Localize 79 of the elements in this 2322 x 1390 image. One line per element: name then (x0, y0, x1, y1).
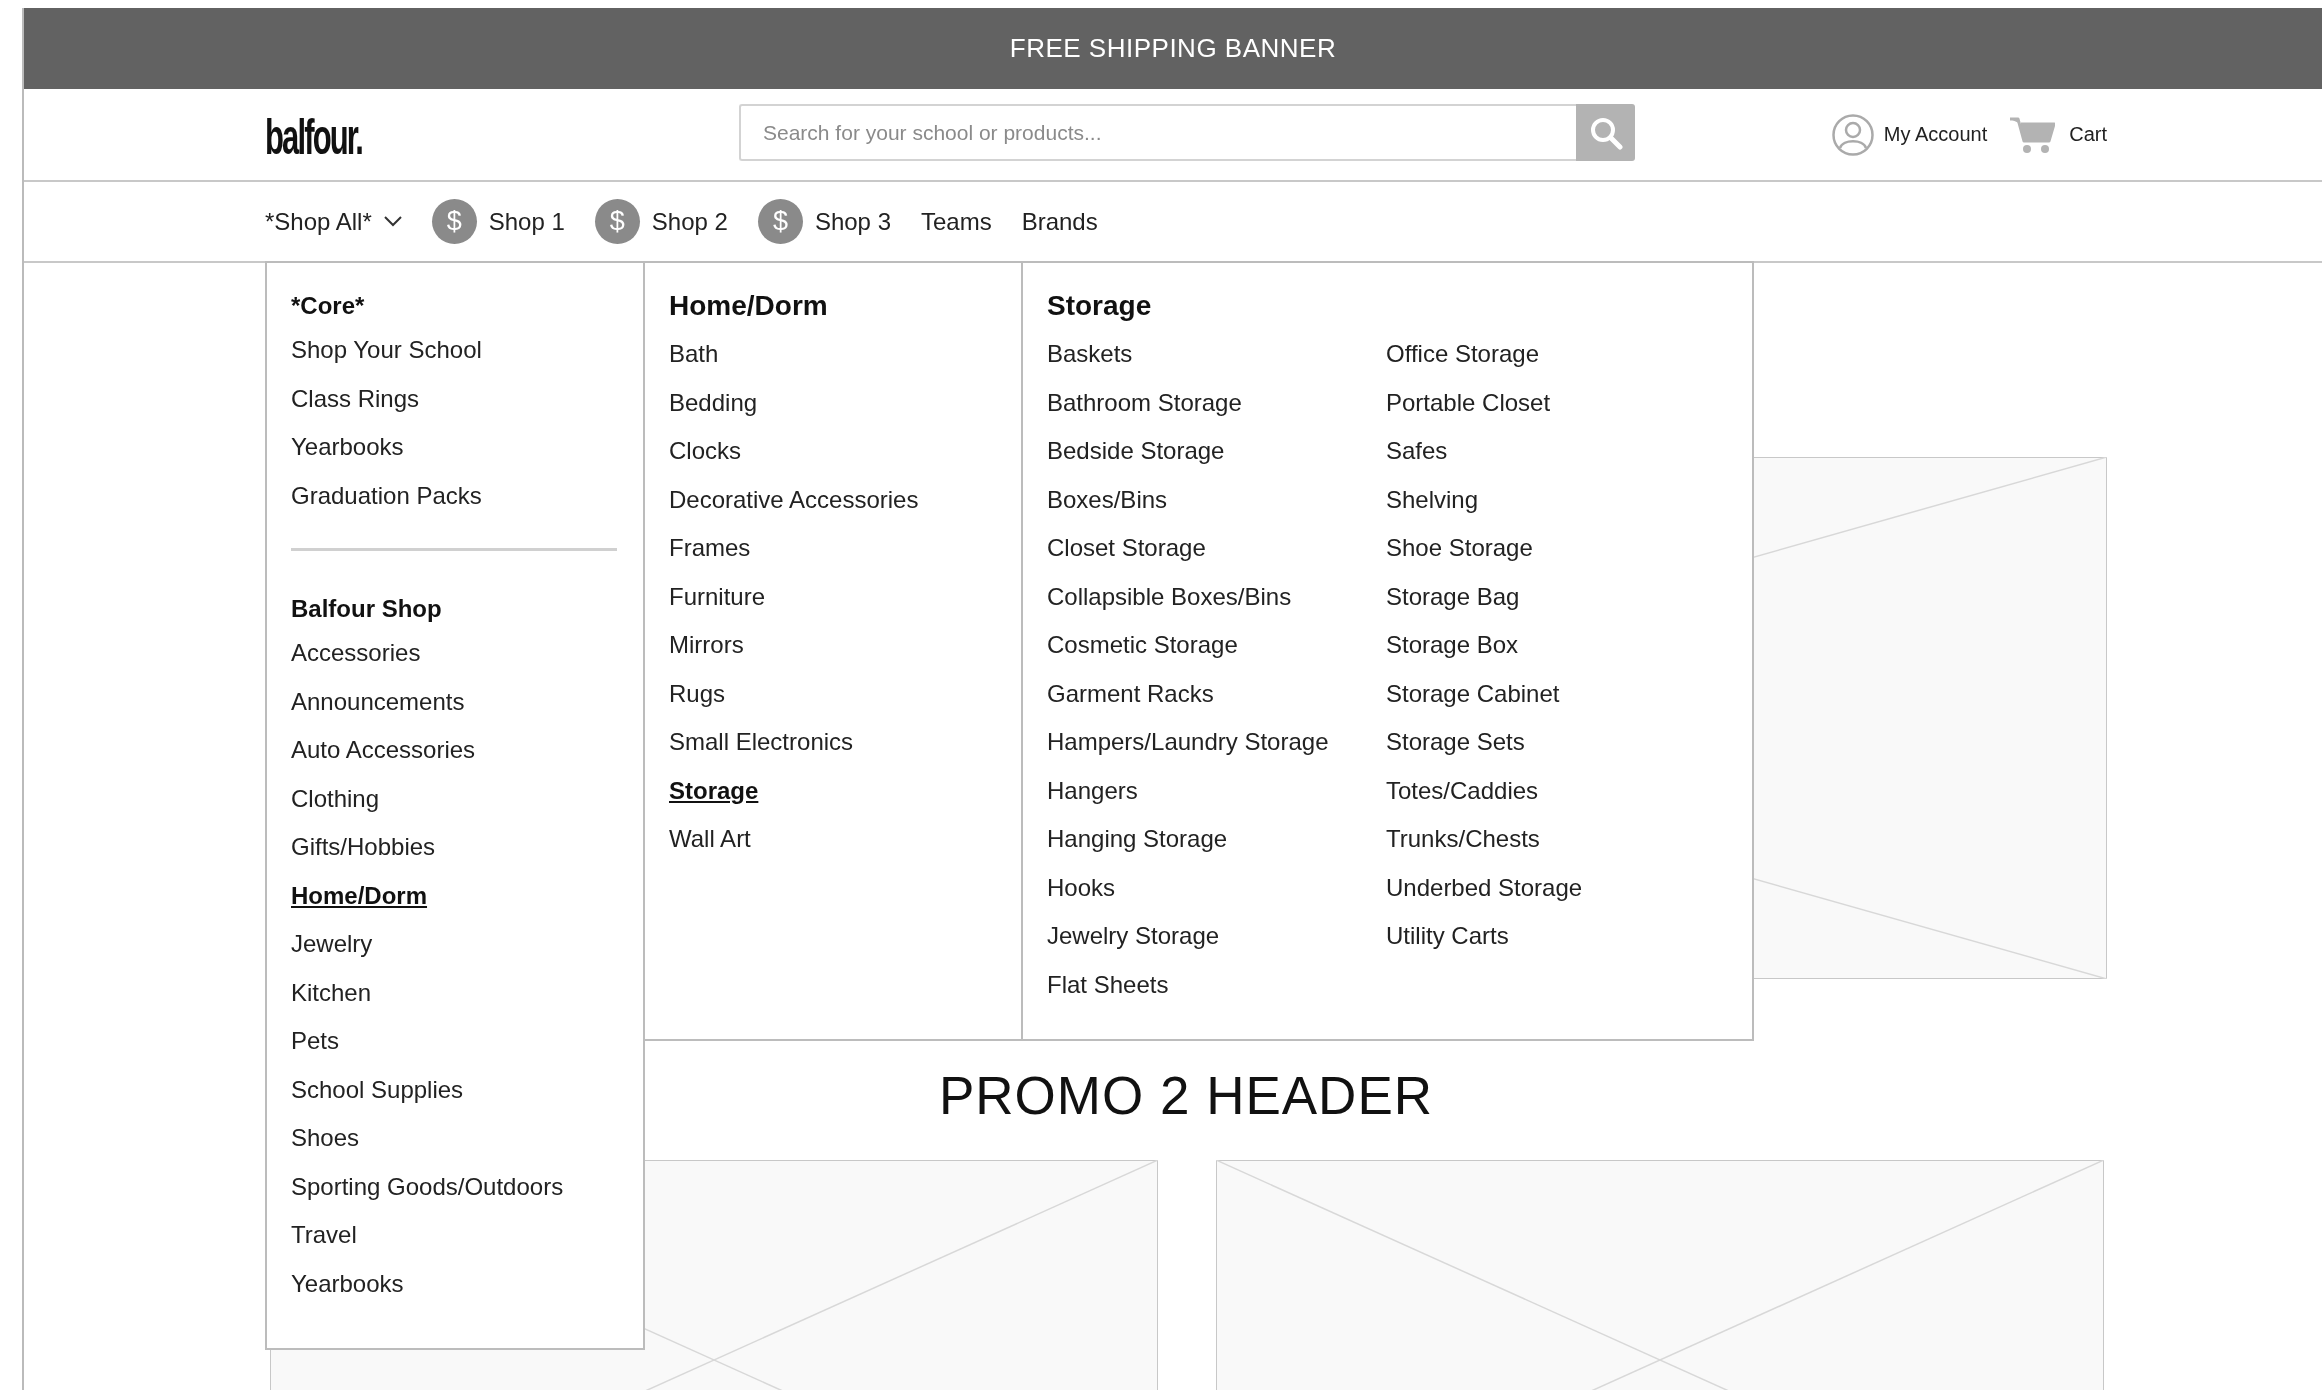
menu-item[interactable]: Storage (669, 766, 997, 815)
search-field[interactable]: Search for your school or products... (739, 104, 1576, 161)
dollar-icon: $ (431, 199, 477, 244)
menu-item[interactable]: Jewelry Storage (1047, 912, 1386, 961)
menu-item[interactable]: Jewelry (291, 920, 619, 969)
menu-heading: Balfour Shop (291, 594, 443, 624)
search-icon (1588, 115, 1623, 150)
menu-item[interactable]: Hangers (1047, 766, 1386, 815)
menu-item[interactable]: Bedside Storage (1047, 427, 1386, 476)
chevron-down-icon[interactable] (383, 216, 402, 227)
search-button[interactable] (1576, 104, 1635, 161)
promo-header: PROMO 2 HEADER (939, 1065, 1433, 1127)
menu-item[interactable]: Garment Racks (1047, 669, 1386, 718)
menu-item[interactable]: Portable Closet (1386, 378, 1728, 427)
nav-link[interactable]: Teams (921, 207, 992, 236)
menu-item[interactable]: Office Storage (1386, 330, 1728, 379)
nav-link[interactable]: Shop 3 (814, 207, 891, 236)
menu-item[interactable]: Safes (1386, 427, 1728, 476)
dollar-icon: $ (594, 199, 640, 244)
menu-item[interactable]: Bathroom Storage (1047, 378, 1386, 427)
banner-text: FREE SHIPPING BANNER (1009, 33, 1337, 64)
menu-item[interactable]: Accessories (291, 629, 619, 678)
menu-item[interactable]: Baskets (1047, 330, 1386, 379)
menu-item[interactable]: Utility Carts (1386, 912, 1728, 961)
menu-heading: *Core* (291, 291, 366, 321)
menu-item[interactable]: Yearbooks (291, 423, 619, 472)
menu-item[interactable]: Boxes/Bins (1047, 475, 1386, 524)
menu-item[interactable]: Furniture (669, 572, 997, 621)
menu-item[interactable]: Bedding (669, 378, 997, 427)
menu-item[interactable]: Hooks (1047, 863, 1386, 912)
menu-item[interactable]: Yearbooks (291, 1259, 619, 1308)
account-link[interactable]: My Account (1883, 123, 1988, 146)
menu-item[interactable]: Storage Cabinet (1386, 669, 1728, 718)
nav-link[interactable]: Brands (1021, 207, 1098, 236)
menu-item[interactable]: Small Electronics (669, 718, 997, 767)
menu-item[interactable]: School Supplies (291, 1065, 619, 1114)
menu-item[interactable]: Cosmetic Storage (1047, 621, 1386, 670)
menu-item[interactable]: Hampers/Laundry Storage (1047, 718, 1386, 767)
menu-item[interactable]: Shoes (291, 1114, 619, 1163)
logo[interactable]: balfour. (265, 107, 363, 166)
menu-item[interactable]: Rugs (669, 669, 997, 718)
menu-item[interactable]: Pets (291, 1017, 619, 1066)
nav-link[interactable]: Shop 2 (651, 207, 728, 236)
nav-link[interactable]: Shop 1 (488, 207, 565, 236)
menu-item[interactable]: Travel (291, 1211, 619, 1260)
menu-heading: Storage (1047, 289, 1153, 323)
menu-item[interactable]: Class Rings (291, 374, 619, 423)
menu-item[interactable]: Closet Storage (1047, 524, 1386, 573)
menu-item[interactable]: Gifts/Hobbies (291, 823, 619, 872)
nav-link[interactable]: *Shop All* (265, 207, 372, 236)
menu-item[interactable]: Totes/Caddies (1386, 766, 1728, 815)
menu-item[interactable]: Hanging Storage (1047, 815, 1386, 864)
menu-heading: Home/Dorm (669, 289, 829, 323)
menu-item[interactable]: Shop Your School (291, 326, 619, 375)
menu-item[interactable]: Flat Sheets (1047, 960, 1386, 1009)
menu-item[interactable]: Storage Sets (1386, 718, 1728, 767)
cart-link[interactable]: Cart (2069, 123, 2107, 146)
menu-item[interactable]: Clothing (291, 774, 619, 823)
menu-item[interactable]: Wall Art (669, 815, 997, 864)
account-icon[interactable] (1831, 113, 1874, 156)
menu-item[interactable]: Frames (669, 524, 997, 573)
menu-item[interactable]: Sporting Goods/Outdoors (291, 1162, 619, 1211)
menu-item[interactable]: Kitchen (291, 968, 619, 1017)
menu-item[interactable]: Underbed Storage (1386, 863, 1728, 912)
menu-item[interactable]: Graduation Packs (291, 471, 619, 520)
menu-item[interactable]: Shoe Storage (1386, 524, 1728, 573)
menu-item[interactable]: Clocks (669, 427, 997, 476)
menu-item[interactable]: Announcements (291, 677, 619, 726)
menu-item[interactable]: Shelving (1386, 475, 1728, 524)
menu-item[interactable]: Collapsible Boxes/Bins (1047, 572, 1386, 621)
dollar-icon: $ (757, 199, 803, 244)
menu-item[interactable]: Mirrors (669, 621, 997, 670)
menu-item[interactable]: Storage Bag (1386, 572, 1728, 621)
menu-item[interactable]: Auto Accessories (291, 726, 619, 775)
menu-item[interactable]: Decorative Accessories (669, 475, 997, 524)
menu-item[interactable]: Home/Dorm (291, 871, 619, 920)
menu-item[interactable]: Trunks/Chests (1386, 815, 1728, 864)
menu-item[interactable]: Bath (669, 330, 997, 379)
menu-item[interactable]: Storage Box (1386, 621, 1728, 670)
